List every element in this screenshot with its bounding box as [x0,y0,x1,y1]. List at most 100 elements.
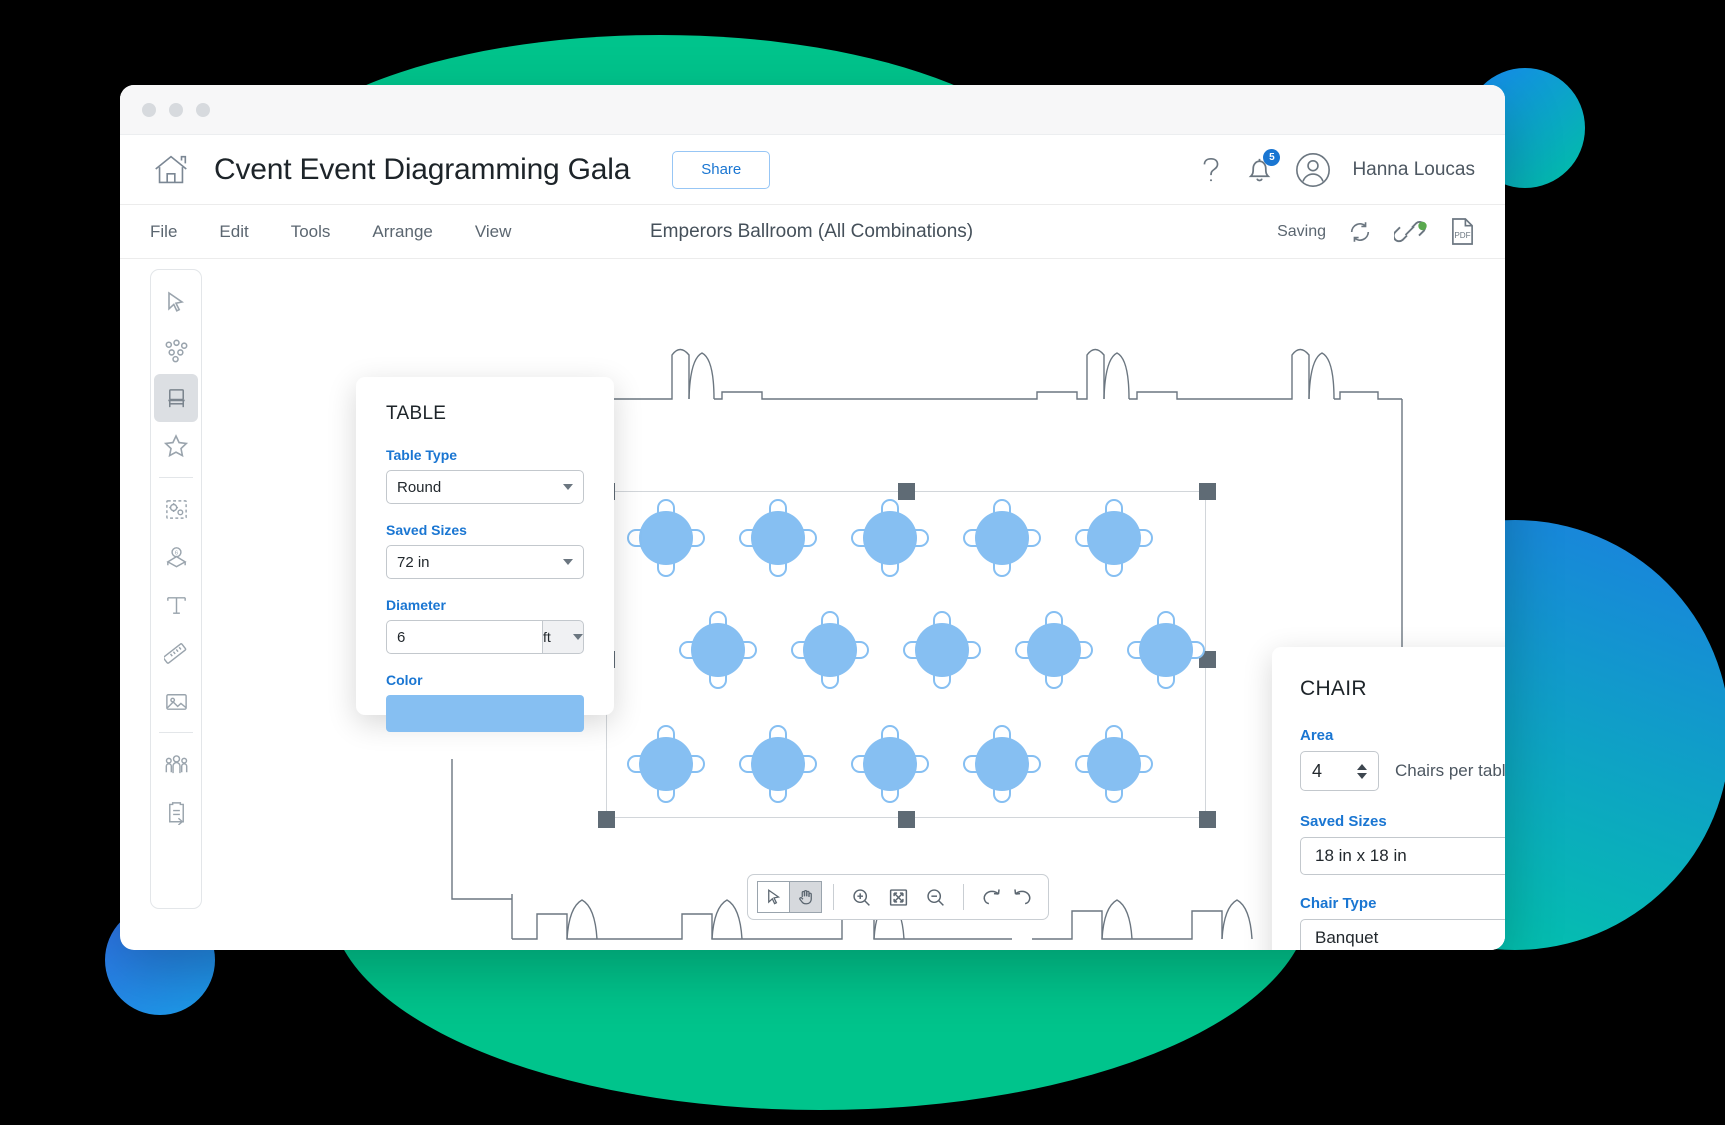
table-type-label: Table Type [386,447,458,463]
table-saved-sizes-select[interactable]: 72 in [386,545,584,579]
table-type-value: Round [397,478,442,496]
window-maximize-button[interactable] [196,102,210,117]
toolbar-divider [833,884,834,910]
chair-panel-title: CHAIR [1300,677,1367,700]
round-table-with-chairs[interactable] [627,499,705,577]
round-table-with-chairs[interactable] [903,611,981,689]
svg-text:6: 6 [174,550,177,556]
stepper-decrement-icon[interactable] [1357,772,1367,779]
menu-item-tools[interactable]: Tools [291,222,331,242]
menu-bar-actions: Saving PDF [1277,217,1475,247]
notification-badge: 5 [1263,149,1281,166]
undo-button[interactable] [975,881,1008,913]
sidebar-item-tables-layout-tool[interactable] [154,326,198,374]
round-table-with-chairs[interactable] [1075,725,1153,803]
sidebar-item-select-pointer-tool[interactable] [154,278,198,326]
window-minimize-button[interactable] [169,102,183,117]
round-table-with-chairs[interactable] [1015,611,1093,689]
saving-status-text: Saving [1277,222,1326,240]
zoom-in-button[interactable] [845,881,878,913]
resize-handle-bottom-middle[interactable] [898,811,915,828]
round-table-with-chairs[interactable] [963,499,1041,577]
round-table-with-chairs[interactable] [739,499,817,577]
chair-saved-sizes-select[interactable]: 18 in x 18 in [1300,837,1505,875]
chair-saved-sizes-value: 18 in x 18 in [1315,846,1407,865]
room-name-label: Emperors Ballroom (All Combinations) [650,220,974,242]
zoom-out-button[interactable] [919,881,952,913]
stepper-arrows-icon[interactable] [1357,763,1367,779]
round-table-with-chairs[interactable] [627,725,705,803]
chair-saved-sizes-label: Saved Sizes [1300,813,1387,830]
chair-properties-panel: CHAIR Area 4 Chairs per table Saved Size… [1272,647,1505,950]
round-table-with-chairs[interactable] [791,611,869,689]
link-share-icon[interactable] [1394,217,1428,247]
home-icon[interactable] [150,149,192,191]
window-close-button[interactable] [142,102,156,117]
round-table-with-chairs[interactable] [851,499,929,577]
rail-divider [159,477,193,478]
table-panel-title: TABLE [386,403,447,424]
sidebar-item-measure-tool[interactable] [154,629,198,677]
chairs-per-table-stepper[interactable]: 4 [1300,751,1379,791]
header-actions: 5 Hanna Loucas [1197,149,1475,189]
chevron-down-icon [563,484,573,490]
resize-handle-top-middle[interactable] [898,483,915,500]
toolbar-divider [963,884,964,910]
sidebar-item-favorites-tool[interactable] [154,422,198,470]
menu-item-arrange[interactable]: Arrange [372,222,432,242]
round-table-with-chairs[interactable] [679,611,757,689]
select-tool-button[interactable] [757,881,790,913]
menu-item-view[interactable]: View [475,222,512,242]
window-titlebar [120,85,1505,135]
resize-handle-bottom-right[interactable] [1199,811,1216,828]
chevron-down-icon [573,634,583,640]
table-saved-sizes-value: 72 in [397,553,430,571]
sidebar-item-custom-objects-tool[interactable] [154,485,198,533]
sidebar-item-text-tool[interactable] [154,581,198,629]
chairs-per-table-value: 4 [1312,760,1323,781]
table-type-select[interactable]: Round [386,470,584,504]
tool-rail: 6 [150,269,202,909]
chair-type-select[interactable]: Banquet [1300,919,1505,950]
sidebar-item-furniture-chair-tool[interactable] [154,374,198,422]
menu-bar: File Edit Tools Arrange View Emperors Ba… [120,205,1505,259]
table-diameter-row: 6 ft [386,620,584,654]
page-title: Cvent Event Diagramming Gala [214,152,631,186]
round-table-with-chairs[interactable] [963,725,1041,803]
menu-item-edit[interactable]: Edit [219,222,248,242]
rail-divider [159,732,193,733]
sidebar-item-image-tool[interactable] [154,677,198,725]
diameter-input[interactable]: 6 [386,620,542,654]
question-mark-icon[interactable] [1197,154,1225,186]
round-table-with-chairs[interactable] [739,725,817,803]
menu-item-file[interactable]: File [150,222,177,242]
table-diameter-label: Diameter [386,597,446,613]
bell-icon[interactable]: 5 [1245,149,1281,185]
share-button[interactable]: Share [672,150,771,189]
table-saved-sizes-label: Saved Sizes [386,522,467,538]
fit-to-screen-button[interactable] [882,881,915,913]
user-avatar-icon[interactable] [1294,151,1332,189]
pan-hand-tool-button[interactable] [789,881,822,913]
app-window: Cvent Event Diagramming Gala Share 5 Han… [120,85,1505,950]
chairs-per-table-label: Chairs per table [1395,761,1505,780]
user-name-label: Hanna Loucas [1352,158,1475,180]
app-header: Cvent Event Diagramming Gala Share 5 Han… [120,135,1505,205]
sync-refresh-icon [1348,220,1372,244]
sidebar-item-attendees-tool[interactable] [154,740,198,788]
round-table-with-chairs[interactable] [1127,611,1205,689]
resize-handle-bottom-left[interactable] [598,811,615,828]
stepper-increment-icon[interactable] [1357,763,1367,770]
resize-handle-top-right[interactable] [1199,483,1216,500]
sidebar-item-checklist-tool[interactable] [154,788,198,836]
chairs-per-table-row: 4 Chairs per table [1300,751,1505,791]
diameter-unit-select[interactable]: ft [542,620,584,654]
round-table-with-chairs[interactable] [851,725,929,803]
table-color-swatch[interactable] [386,695,584,732]
table-properties-panel: TABLE Table Type Round Saved Sizes 72 in… [356,377,614,732]
pdf-document-icon[interactable]: PDF [1450,217,1475,246]
redo-button[interactable] [1006,881,1039,913]
sidebar-item-zones-tool[interactable]: 6 [154,533,198,581]
chevron-down-icon [563,559,573,565]
round-table-with-chairs[interactable] [1075,499,1153,577]
